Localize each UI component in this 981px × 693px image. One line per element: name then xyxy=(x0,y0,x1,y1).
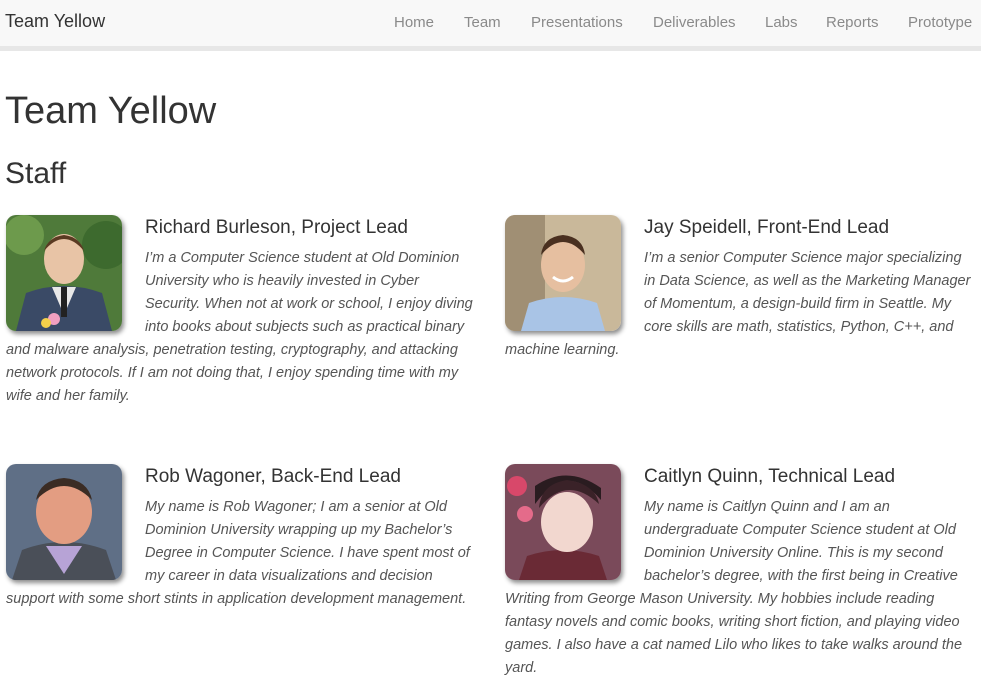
member-card-jay: Jay Speidell, Front-End Lead I’m a senio… xyxy=(505,215,975,362)
member-photo xyxy=(6,215,122,331)
nav-labs[interactable]: Labs xyxy=(765,14,798,31)
nav-reports[interactable]: Reports xyxy=(826,14,879,31)
member-card-caitlyn: Caitlyn Quinn, Technical Lead My name is… xyxy=(505,464,975,680)
member-photo xyxy=(505,215,621,331)
section-heading: Staff xyxy=(5,157,67,190)
nav-presentations[interactable]: Presentations xyxy=(531,14,623,31)
member-photo xyxy=(505,464,621,580)
page-title: Team Yellow xyxy=(5,90,217,132)
nav-prototype[interactable]: Prototype xyxy=(908,14,972,31)
nav-team[interactable]: Team xyxy=(464,14,501,31)
nav-home[interactable]: Home xyxy=(394,14,434,31)
navbar: Team Yellow Home Team Presentations Deli… xyxy=(0,0,981,51)
member-photo xyxy=(6,464,122,580)
nav-links: Home Team Presentations Deliverables Lab… xyxy=(0,14,981,34)
nav-deliverables[interactable]: Deliverables xyxy=(653,14,736,31)
member-card-rob: Rob Wagoner, Back-End Lead My name is Ro… xyxy=(6,464,476,611)
member-card-richard: Richard Burleson, Project Lead I’m a Com… xyxy=(6,215,476,408)
